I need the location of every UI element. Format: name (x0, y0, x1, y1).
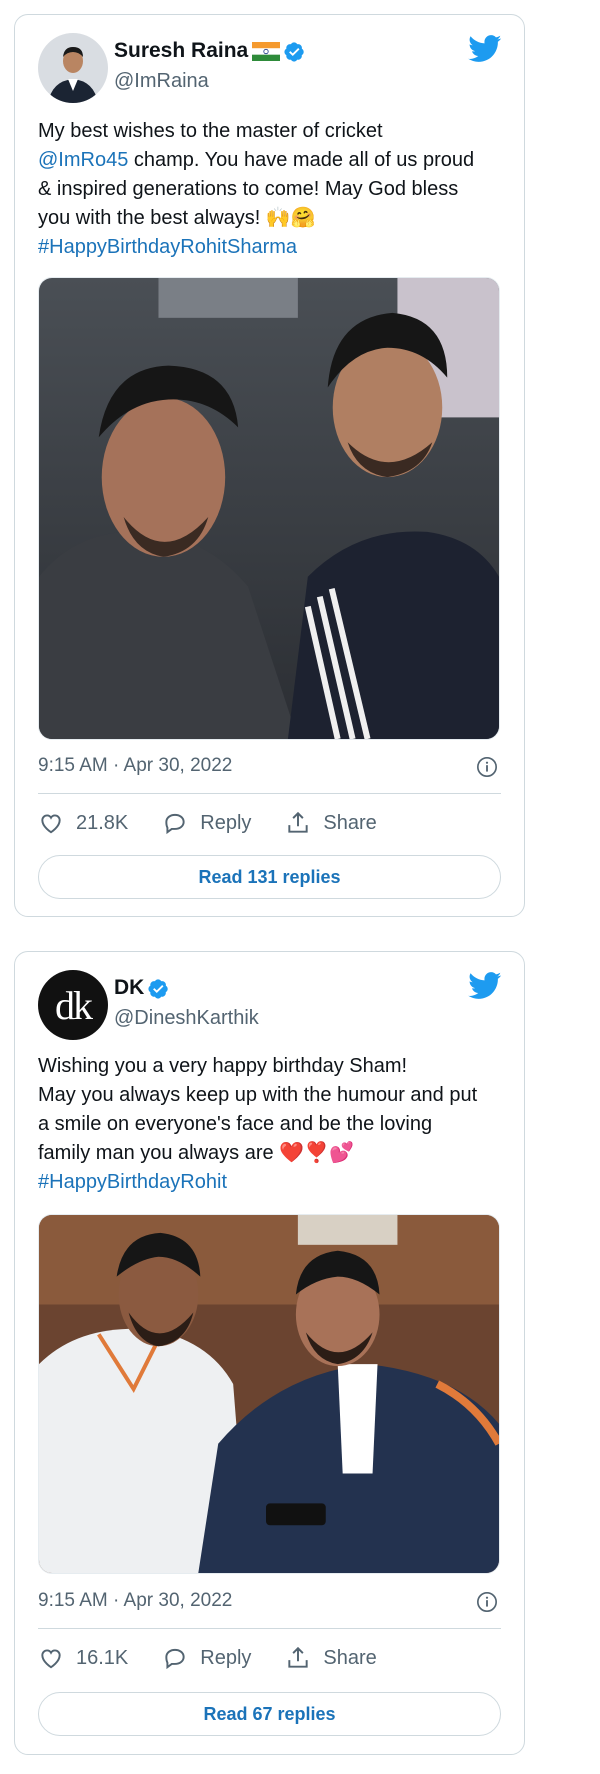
text-line: a smile on everyone's face and be the lo… (38, 1113, 433, 1135)
like-button[interactable]: 21.8K (38, 810, 128, 836)
info-icon[interactable] (476, 1591, 498, 1613)
share-label: Share (323, 1646, 377, 1669)
like-button[interactable]: 16.1K (38, 1645, 128, 1671)
author-handle[interactable]: @ImRaina (114, 70, 209, 93)
like-count: 16.1K (76, 1646, 129, 1669)
reply-button[interactable]: Reply (162, 810, 251, 836)
india-flag-icon (252, 41, 281, 61)
twitter-bird-icon[interactable] (468, 972, 502, 1000)
verified-badge-icon (284, 41, 305, 62)
action-bar: 16.1K Reply Share (38, 1645, 411, 1671)
reply-label: Reply (200, 1646, 252, 1669)
tweet-photo[interactable] (38, 277, 500, 740)
author-name[interactable]: Suresh Raina (114, 39, 248, 63)
share-icon (288, 1646, 309, 1668)
reply-button[interactable]: Reply (162, 1645, 251, 1671)
share-button[interactable]: Share (285, 810, 377, 836)
action-bar: 21.8K Reply Share (38, 810, 411, 836)
divider (38, 1628, 501, 1629)
author-avatar[interactable] (38, 33, 108, 103)
share-button[interactable]: Share (285, 1645, 377, 1671)
share-label: Share (323, 811, 377, 834)
text-line: & inspired generations to come! May God … (38, 178, 459, 200)
tweet-card: dk DK @DineshKarthik Wishing you a very … (14, 951, 525, 1755)
author-handle[interactable]: @DineshKarthik (114, 1007, 259, 1030)
verified-badge-icon (148, 978, 169, 999)
heart-icon (41, 1649, 61, 1669)
tweet-card: Suresh Raina @ImRaina My best wishes to … (14, 14, 525, 917)
tweet-photo[interactable] (38, 1214, 500, 1574)
text-line: champ. You have made all of us proud (128, 149, 475, 171)
avatar-logo-text: dk (55, 982, 93, 1028)
reply-label: Reply (200, 811, 252, 834)
author-name[interactable]: DK (114, 976, 144, 1000)
text-line: family man you always are (38, 1142, 280, 1164)
author-avatar[interactable]: dk (38, 970, 108, 1040)
emoji: 🙌🤗 (265, 207, 316, 229)
tweet-text: My best wishes to the master of cricket … (38, 117, 508, 262)
read-replies-button[interactable]: Read 131 replies (38, 855, 501, 899)
tweet-timestamp[interactable]: 9:15 AM · Apr 30, 2022 (38, 1590, 232, 1612)
tweet-text: Wishing you a very happy birthday Sham! … (38, 1052, 508, 1197)
hashtag-link[interactable]: #HappyBirthdayRohit (38, 1171, 227, 1193)
tweet-timestamp[interactable]: 9:15 AM · Apr 30, 2022 (38, 755, 232, 777)
twitter-bird-icon[interactable] (468, 35, 502, 63)
reply-bubble-icon (165, 813, 185, 835)
text-line: May you always keep up with the humour a… (38, 1084, 478, 1106)
like-count: 21.8K (76, 811, 129, 834)
info-icon[interactable] (476, 756, 498, 778)
divider (38, 793, 501, 794)
text-line: Wishing you a very happy birthday Sham! (38, 1055, 408, 1077)
reply-bubble-icon (165, 1648, 185, 1670)
text-line: My best wishes to the master of cricket (38, 120, 383, 142)
text-line: you with the best always! (38, 207, 266, 229)
hashtag-link[interactable]: #HappyBirthdayRohitSharma (38, 236, 297, 258)
emoji: ❤️❣️💕 (279, 1142, 354, 1164)
read-replies-button[interactable]: Read 67 replies (38, 1692, 501, 1736)
share-icon (288, 811, 309, 833)
mention-link[interactable]: @ImRo45 (38, 149, 128, 171)
heart-icon (41, 814, 61, 834)
